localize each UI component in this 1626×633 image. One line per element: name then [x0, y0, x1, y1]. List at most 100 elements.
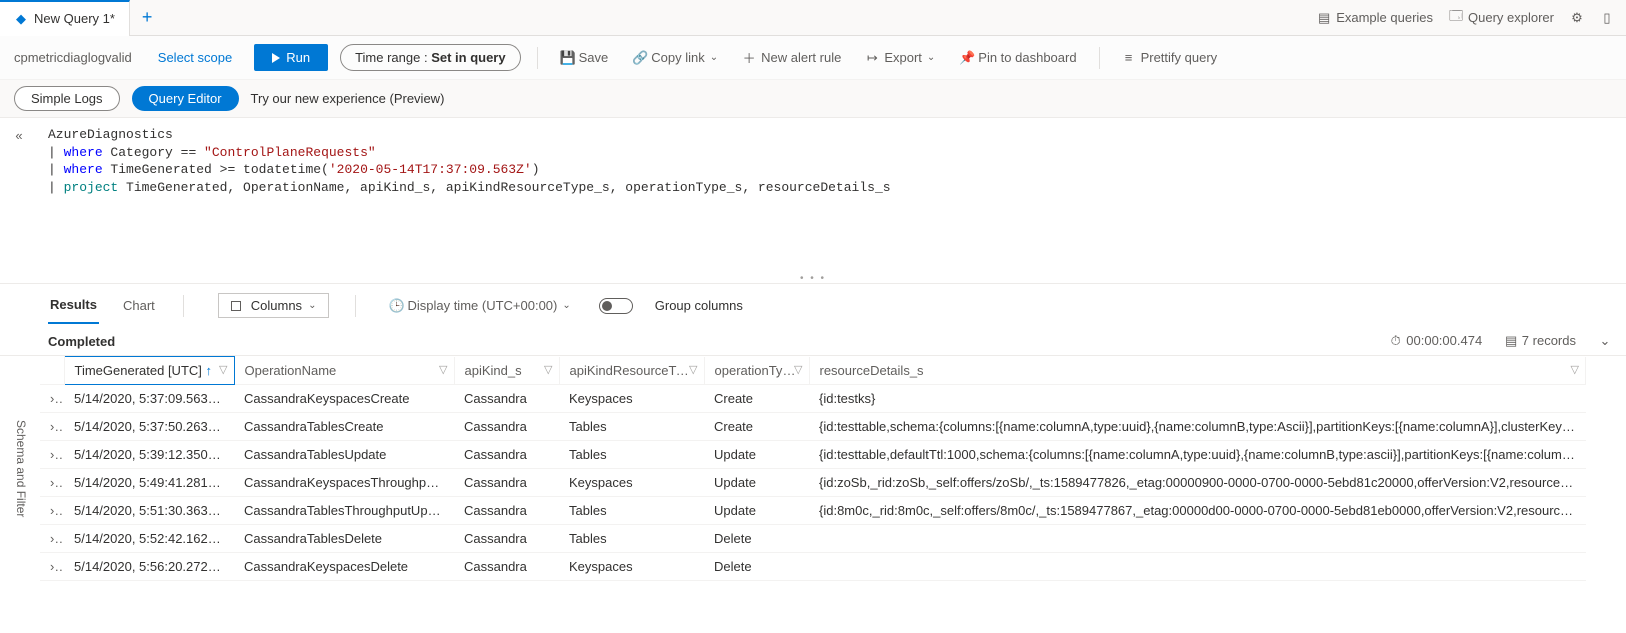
export-button[interactable]: ↦Export ⌄	[859, 50, 941, 66]
divider	[355, 295, 356, 317]
pin-button[interactable]: 📌Pin to dashboard	[953, 50, 1082, 66]
tab-new-query[interactable]: ◆ New Query 1*	[0, 0, 130, 36]
tab-bar: ◆ New Query 1* + ▤ Example queries 🗔 Que…	[0, 0, 1626, 36]
results-tab[interactable]: Results	[48, 287, 99, 324]
prettify-icon: ≡	[1122, 50, 1136, 65]
cell-timegenerated: 5/14/2020, 5:56:20.272 PM	[64, 553, 234, 581]
cell-apikindresourcetype: Tables	[559, 441, 704, 469]
cell-apikindresourcetype: Keyspaces	[559, 469, 704, 497]
query-explorer-icon: 🗔	[1449, 7, 1463, 29]
simple-logs-toggle[interactable]: Simple Logs	[14, 86, 120, 111]
cell-apikindresourcetype: Tables	[559, 525, 704, 553]
prettify-button[interactable]: ≡Prettify query	[1116, 50, 1224, 65]
table-row[interactable]: ›5/14/2020, 5:56:20.272 PMCassandraKeysp…	[40, 553, 1586, 581]
group-columns-label: Group columns	[655, 298, 743, 313]
cell-timegenerated: 5/14/2020, 5:52:42.162 PM	[64, 525, 234, 553]
top-right-controls: ▤ Example queries 🗔 Query explorer ⚙ ▯	[1317, 7, 1626, 29]
table-row[interactable]: ›5/14/2020, 5:39:12.350 PMCassandraTable…	[40, 441, 1586, 469]
save-button[interactable]: 💾Save	[554, 50, 615, 66]
export-icon: ↦	[865, 50, 879, 66]
stopwatch-icon: ⏱	[1389, 333, 1403, 349]
cell-resourcedetails: {id:8m0c,_rid:8m0c,_self:offers/8m0c/,_t…	[809, 497, 1586, 525]
cell-operationtype: Delete	[704, 525, 809, 553]
expand-row-toggle[interactable]: ›	[40, 413, 64, 441]
expand-row-toggle[interactable]: ›	[40, 469, 64, 497]
filter-icon[interactable]: ▽	[794, 363, 802, 376]
panel-icon[interactable]: ▯	[1600, 10, 1614, 26]
cell-apikind: Cassandra	[454, 441, 559, 469]
query-explorer-button[interactable]: 🗔 Query explorer	[1449, 7, 1554, 29]
status-row: Completed ⏱ 00:00:00.474 ▤ 7 records ⌄	[0, 327, 1626, 356]
chevron-down-icon: ⌄	[927, 52, 935, 63]
cell-timegenerated: 5/14/2020, 5:37:09.563 PM	[64, 385, 234, 413]
table-row[interactable]: ›5/14/2020, 5:49:41.281 PMCassandraKeysp…	[40, 469, 1586, 497]
cell-timegenerated: 5/14/2020, 5:49:41.281 PM	[64, 469, 234, 497]
group-columns-toggle[interactable]	[599, 298, 633, 314]
col-apikindresourcetype[interactable]: apiKindResourceType_s▽	[559, 357, 704, 385]
chart-tab[interactable]: Chart	[121, 288, 157, 323]
mode-bar: Simple Logs Query Editor Try our new exp…	[0, 80, 1626, 118]
expand-chevron-icon[interactable]: ⌄	[1598, 333, 1612, 349]
copy-link-button[interactable]: 🔗Copy link ⌄	[626, 50, 724, 66]
table-header-row: TimeGenerated [UTC] ↑▽ OperationName▽ ap…	[40, 357, 1586, 385]
table-row[interactable]: ›5/14/2020, 5:51:30.363 PMCassandraTable…	[40, 497, 1586, 525]
display-time-selector[interactable]: 🕒 Display time (UTC+00:00) ⌄	[382, 298, 576, 314]
example-queries-icon: ▤	[1317, 10, 1331, 26]
time-range-selector[interactable]: Time range : Set in query	[340, 44, 521, 71]
cell-operationname: CassandraKeyspacesDelete	[234, 553, 454, 581]
col-operationtype[interactable]: operationTyp...▽	[704, 357, 809, 385]
new-alert-button[interactable]: ＋New alert rule	[736, 48, 847, 67]
records-icon: ▤	[1504, 333, 1518, 349]
try-new-experience-link[interactable]: Try our new experience (Preview)	[251, 91, 445, 106]
schema-filter-sidebar-tab[interactable]: Schema and Filter	[14, 420, 28, 517]
query-editor-toggle[interactable]: Query Editor	[132, 86, 239, 111]
table-row[interactable]: ›5/14/2020, 5:37:09.563 PMCassandraKeysp…	[40, 385, 1586, 413]
filter-icon[interactable]: ▽	[219, 363, 227, 376]
example-queries-button[interactable]: ▤ Example queries	[1317, 10, 1433, 26]
cell-operationname: CassandraTablesDelete	[234, 525, 454, 553]
cell-apikind: Cassandra	[454, 525, 559, 553]
run-button[interactable]: Run	[254, 44, 328, 71]
col-timegenerated[interactable]: TimeGenerated [UTC] ↑▽	[64, 357, 234, 385]
col-apikind[interactable]: apiKind_s▽	[454, 357, 559, 385]
cell-resourcedetails: {id:testtable,schema:{columns:[{name:col…	[809, 413, 1586, 441]
cell-apikindresourcetype: Tables	[559, 413, 704, 441]
col-resourcedetails[interactable]: resourceDetails_s▽	[809, 357, 1586, 385]
cell-operationname: CassandraTablesThroughputUpdate	[234, 497, 454, 525]
cell-timegenerated: 5/14/2020, 5:51:30.363 PM	[64, 497, 234, 525]
resize-handle[interactable]: • • •	[0, 273, 1626, 283]
filter-icon[interactable]: ▽	[544, 363, 552, 376]
table-row[interactable]: ›5/14/2020, 5:52:42.162 PMCassandraTable…	[40, 525, 1586, 553]
table-row[interactable]: ›5/14/2020, 5:37:50.263 PMCassandraTable…	[40, 413, 1586, 441]
cell-operationname: CassandraTablesUpdate	[234, 441, 454, 469]
columns-button[interactable]: Columns ⌄	[218, 293, 330, 318]
results-table: TimeGenerated [UTC] ↑▽ OperationName▽ ap…	[40, 356, 1586, 581]
filter-icon[interactable]: ▽	[689, 363, 697, 376]
cell-apikind: Cassandra	[454, 553, 559, 581]
query-tab-icon: ◆	[14, 11, 28, 27]
expand-row-toggle[interactable]: ›	[40, 525, 64, 553]
expand-row-toggle[interactable]: ›	[40, 385, 64, 413]
collapse-sidebar-toggle[interactable]: «	[0, 118, 38, 273]
cell-apikind: Cassandra	[454, 413, 559, 441]
divider	[1099, 47, 1100, 69]
col-operationname[interactable]: OperationName▽	[234, 357, 454, 385]
query-duration: ⏱ 00:00:00.474	[1389, 333, 1483, 349]
expand-row-toggle[interactable]: ›	[40, 497, 64, 525]
cell-operationname: CassandraKeyspacesCreate	[234, 385, 454, 413]
filter-icon[interactable]: ▽	[1571, 363, 1579, 376]
play-icon	[272, 53, 280, 63]
cell-resourcedetails: {id:zoSb,_rid:zoSb,_self:offers/zoSb/,_t…	[809, 469, 1586, 497]
expand-row-toggle[interactable]: ›	[40, 441, 64, 469]
filter-icon[interactable]: ▽	[439, 363, 447, 376]
query-editor[interactable]: AzureDiagnostics | where Category == "Co…	[38, 118, 1626, 273]
divider	[183, 295, 184, 317]
cell-operationtype: Update	[704, 441, 809, 469]
settings-icon[interactable]: ⚙	[1570, 10, 1584, 26]
select-scope-link[interactable]: Select scope	[148, 50, 242, 65]
link-icon: 🔗	[632, 50, 646, 66]
tab-add[interactable]: +	[130, 7, 165, 28]
sort-asc-icon: ↑	[206, 363, 213, 378]
expand-row-toggle[interactable]: ›	[40, 553, 64, 581]
cell-operationtype: Create	[704, 413, 809, 441]
